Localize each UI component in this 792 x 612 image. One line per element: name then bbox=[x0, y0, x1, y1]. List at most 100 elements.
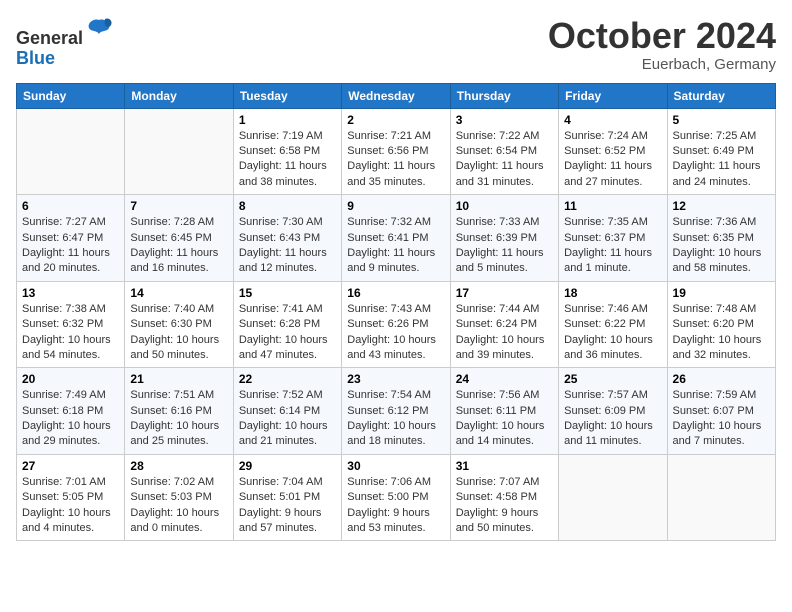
day-number: 1 bbox=[239, 113, 336, 127]
calendar-week-row: 27 Sunrise: 7:01 AM Sunset: 5:05 PM Dayli… bbox=[17, 454, 776, 541]
day-number: 13 bbox=[22, 286, 119, 300]
calendar-cell bbox=[559, 454, 667, 541]
day-number: 2 bbox=[347, 113, 444, 127]
month-title: October 2024 bbox=[548, 16, 776, 56]
calendar-cell: 21 Sunrise: 7:51 AM Sunset: 6:16 PM Dayli… bbox=[125, 368, 233, 455]
calendar-table: SundayMondayTuesdayWednesdayThursdayFrid… bbox=[16, 83, 776, 542]
calendar-cell: 17 Sunrise: 7:44 AM Sunset: 6:24 PM Dayli… bbox=[450, 281, 558, 368]
calendar-cell: 18Sunrise: 7:46 AM Sunset: 6:22 PM Dayli… bbox=[559, 281, 667, 368]
calendar-cell: 29 Sunrise: 7:04 AM Sunset: 5:01 PM Dayli… bbox=[233, 454, 341, 541]
day-info: Sunrise: 7:04 AM Sunset: 5:01 PM Dayligh… bbox=[239, 475, 336, 537]
calendar-cell: 23Sunrise: 7:54 AM Sunset: 6:12 PM Dayli… bbox=[342, 368, 450, 455]
day-number: 25 bbox=[564, 372, 661, 386]
calendar-cell: 3 Sunrise: 7:22 AM Sunset: 6:54 PM Daylig… bbox=[450, 108, 558, 195]
calendar-cell: 11Sunrise: 7:35 AM Sunset: 6:37 PM Dayli… bbox=[559, 195, 667, 282]
calendar-cell: 25Sunrise: 7:57 AM Sunset: 6:09 PM Dayli… bbox=[559, 368, 667, 455]
calendar-cell bbox=[667, 454, 775, 541]
calendar-cell: 5 Sunrise: 7:25 AM Sunset: 6:49 PM Daylig… bbox=[667, 108, 775, 195]
day-number: 23 bbox=[347, 372, 444, 386]
calendar-cell: 20 Sunrise: 7:49 AM Sunset: 6:18 PM Dayli… bbox=[17, 368, 125, 455]
calendar-week-row: 20 Sunrise: 7:49 AM Sunset: 6:18 PM Dayli… bbox=[17, 368, 776, 455]
calendar-cell: 12 Sunrise: 7:36 AM Sunset: 6:35 PM Dayli… bbox=[667, 195, 775, 282]
day-number: 27 bbox=[22, 459, 119, 473]
calendar-cell: 16Sunrise: 7:43 AM Sunset: 6:26 PM Dayli… bbox=[342, 281, 450, 368]
day-info: Sunrise: 7:02 AM Sunset: 5:03 PM Dayligh… bbox=[130, 475, 227, 537]
day-info: Sunrise: 7:22 AM Sunset: 6:54 PM Dayligh… bbox=[456, 129, 553, 191]
day-number: 20 bbox=[22, 372, 119, 386]
day-info: Sunrise: 7:48 AM Sunset: 6:20 PM Dayligh… bbox=[673, 302, 770, 364]
weekday-header-monday: Monday bbox=[125, 83, 233, 108]
day-info: Sunrise: 7:59 AM Sunset: 6:07 PM Dayligh… bbox=[673, 388, 770, 450]
day-number: 26 bbox=[673, 372, 770, 386]
day-number: 30 bbox=[347, 459, 444, 473]
calendar-cell: 22 Sunrise: 7:52 AM Sunset: 6:14 PM Dayli… bbox=[233, 368, 341, 455]
weekday-header-friday: Friday bbox=[559, 83, 667, 108]
day-number: 11 bbox=[564, 199, 661, 213]
day-info: Sunrise: 7:25 AM Sunset: 6:49 PM Dayligh… bbox=[673, 129, 770, 191]
day-number: 8 bbox=[239, 199, 336, 213]
day-number: 4 bbox=[564, 113, 661, 127]
day-number: 7 bbox=[130, 199, 227, 213]
day-info: Sunrise: 7:49 AM Sunset: 6:18 PM Dayligh… bbox=[22, 388, 119, 450]
day-number: 14 bbox=[130, 286, 227, 300]
day-info: Sunrise: 7:56 AM Sunset: 6:11 PM Dayligh… bbox=[456, 388, 553, 450]
day-number: 29 bbox=[239, 459, 336, 473]
day-info: Sunrise: 7:36 AM Sunset: 6:35 PM Dayligh… bbox=[673, 215, 770, 277]
weekday-header-saturday: Saturday bbox=[667, 83, 775, 108]
day-info: Sunrise: 7:01 AM Sunset: 5:05 PM Dayligh… bbox=[22, 475, 119, 537]
day-number: 17 bbox=[456, 286, 553, 300]
calendar-cell: 6 Sunrise: 7:27 AM Sunset: 6:47 PM Daylig… bbox=[17, 195, 125, 282]
logo-bird-icon bbox=[85, 16, 113, 44]
day-info: Sunrise: 7:38 AM Sunset: 6:32 PM Dayligh… bbox=[22, 302, 119, 364]
day-number: 6 bbox=[22, 199, 119, 213]
calendar-cell: 1 Sunrise: 7:19 AM Sunset: 6:58 PM Daylig… bbox=[233, 108, 341, 195]
day-info: Sunrise: 7:30 AM Sunset: 6:43 PM Dayligh… bbox=[239, 215, 336, 277]
day-info: Sunrise: 7:40 AM Sunset: 6:30 PM Dayligh… bbox=[130, 302, 227, 364]
day-number: 24 bbox=[456, 372, 553, 386]
day-info: Sunrise: 7:07 AM Sunset: 4:58 PM Dayligh… bbox=[456, 475, 553, 537]
day-number: 31 bbox=[456, 459, 553, 473]
day-number: 9 bbox=[347, 199, 444, 213]
day-number: 16 bbox=[347, 286, 444, 300]
day-number: 3 bbox=[456, 113, 553, 127]
calendar-cell: 7 Sunrise: 7:28 AM Sunset: 6:45 PM Daylig… bbox=[125, 195, 233, 282]
day-info: Sunrise: 7:51 AM Sunset: 6:16 PM Dayligh… bbox=[130, 388, 227, 450]
location: Euerbach, Germany bbox=[548, 56, 776, 73]
day-info: Sunrise: 7:19 AM Sunset: 6:58 PM Dayligh… bbox=[239, 129, 336, 191]
calendar-cell: 9 Sunrise: 7:32 AM Sunset: 6:41 PM Daylig… bbox=[342, 195, 450, 282]
weekday-header-wednesday: Wednesday bbox=[342, 83, 450, 108]
day-number: 10 bbox=[456, 199, 553, 213]
calendar-cell: 8 Sunrise: 7:30 AM Sunset: 6:43 PM Daylig… bbox=[233, 195, 341, 282]
calendar-cell: 31 Sunrise: 7:07 AM Sunset: 4:58 PM Dayli… bbox=[450, 454, 558, 541]
calendar-cell: 15 Sunrise: 7:41 AM Sunset: 6:28 PM Dayli… bbox=[233, 281, 341, 368]
logo: General Blue bbox=[16, 16, 113, 69]
day-info: Sunrise: 7:52 AM Sunset: 6:14 PM Dayligh… bbox=[239, 388, 336, 450]
calendar-cell: 30Sunrise: 7:06 AM Sunset: 5:00 PM Dayli… bbox=[342, 454, 450, 541]
calendar-week-row: 13 Sunrise: 7:38 AM Sunset: 6:32 PM Dayli… bbox=[17, 281, 776, 368]
day-info: Sunrise: 7:41 AM Sunset: 6:28 PM Dayligh… bbox=[239, 302, 336, 364]
calendar-cell: 14 Sunrise: 7:40 AM Sunset: 6:30 PM Dayli… bbox=[125, 281, 233, 368]
day-info: Sunrise: 7:27 AM Sunset: 6:47 PM Dayligh… bbox=[22, 215, 119, 277]
day-number: 22 bbox=[239, 372, 336, 386]
day-info: Sunrise: 7:21 AM Sunset: 6:56 PM Dayligh… bbox=[347, 129, 444, 191]
day-info: Sunrise: 7:28 AM Sunset: 6:45 PM Dayligh… bbox=[130, 215, 227, 277]
calendar-cell: 24 Sunrise: 7:56 AM Sunset: 6:11 PM Dayli… bbox=[450, 368, 558, 455]
calendar-week-row: 6 Sunrise: 7:27 AM Sunset: 6:47 PM Daylig… bbox=[17, 195, 776, 282]
day-number: 12 bbox=[673, 199, 770, 213]
day-info: Sunrise: 7:32 AM Sunset: 6:41 PM Dayligh… bbox=[347, 215, 444, 277]
calendar-cell bbox=[17, 108, 125, 195]
day-info: Sunrise: 7:33 AM Sunset: 6:39 PM Dayligh… bbox=[456, 215, 553, 277]
weekday-header-tuesday: Tuesday bbox=[233, 83, 341, 108]
logo-blue: Blue bbox=[16, 48, 55, 68]
page-header: General Blue October 2024 Euerbach, Germ… bbox=[16, 16, 776, 73]
calendar-cell: 28Sunrise: 7:02 AM Sunset: 5:03 PM Dayli… bbox=[125, 454, 233, 541]
calendar-cell: 2 Sunrise: 7:21 AM Sunset: 6:56 PM Daylig… bbox=[342, 108, 450, 195]
day-number: 21 bbox=[130, 372, 227, 386]
calendar-cell: 27 Sunrise: 7:01 AM Sunset: 5:05 PM Dayli… bbox=[17, 454, 125, 541]
day-number: 15 bbox=[239, 286, 336, 300]
calendar-cell: 4 Sunrise: 7:24 AM Sunset: 6:52 PM Daylig… bbox=[559, 108, 667, 195]
calendar-week-row: 1 Sunrise: 7:19 AM Sunset: 6:58 PM Daylig… bbox=[17, 108, 776, 195]
day-number: 5 bbox=[673, 113, 770, 127]
day-info: Sunrise: 7:24 AM Sunset: 6:52 PM Dayligh… bbox=[564, 129, 661, 191]
day-info: Sunrise: 7:44 AM Sunset: 6:24 PM Dayligh… bbox=[456, 302, 553, 364]
